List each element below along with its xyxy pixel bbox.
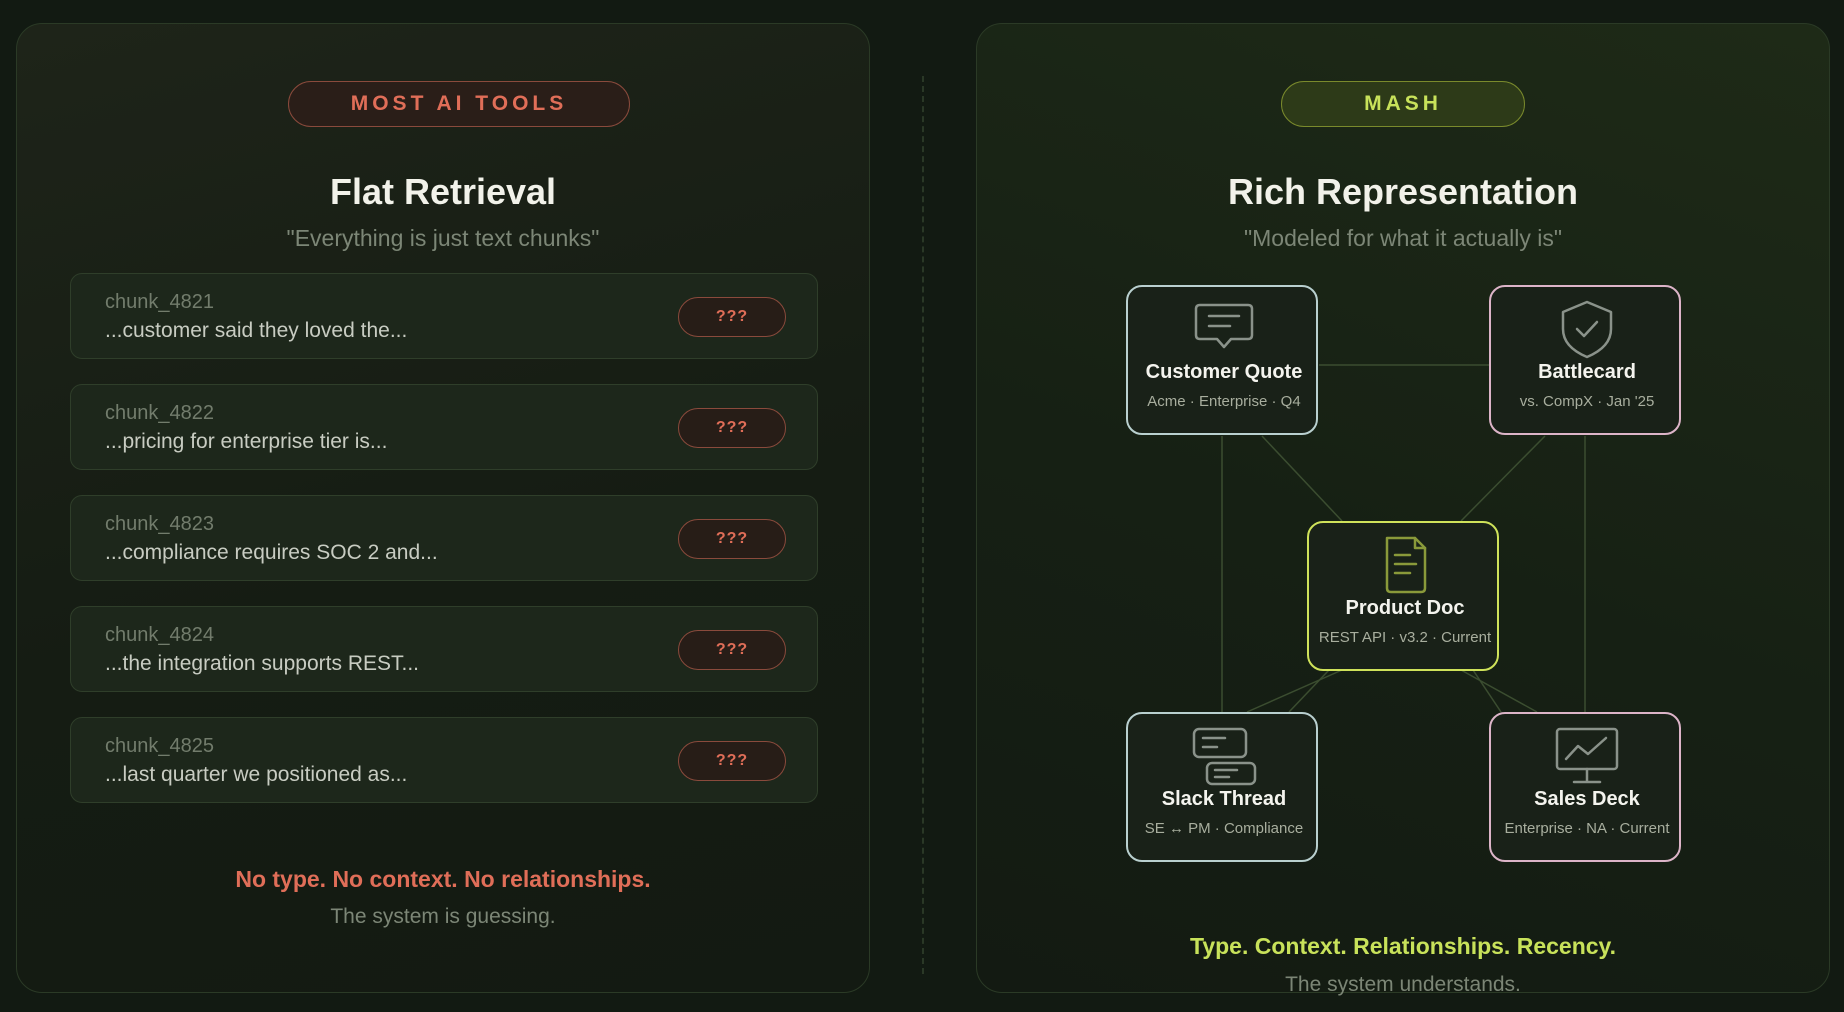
chunk-text: ...customer said they loved the... xyxy=(105,319,408,342)
unknown-type-badge: ??? xyxy=(678,519,786,559)
chat-thread-icon xyxy=(1192,727,1257,786)
chunk-id: chunk_4822 xyxy=(105,402,214,424)
connector-quote-doc xyxy=(1261,435,1343,522)
flat-retrieval-summary: No type. No context. No relationships. xyxy=(235,866,651,892)
chunk-card: chunk_4823 ...compliance requires SOC 2 … xyxy=(70,495,818,581)
chunk-id: chunk_4825 xyxy=(105,735,214,757)
chunk-text: ...pricing for enterprise tier is... xyxy=(105,430,388,453)
speech-bubble-icon xyxy=(1194,303,1254,349)
rich-representation-summary: Type. Context. Relationships. Recency. xyxy=(1189,933,1617,959)
chunk-card: chunk_4825 ...last quarter we positioned… xyxy=(70,717,818,803)
node-metadata: SE ↔ PM · Compliance xyxy=(1144,820,1304,837)
node-metadata: Enterprise · NA · Current xyxy=(1504,820,1670,837)
chunk-card: chunk_4822 ...pricing for enterprise tie… xyxy=(70,384,818,470)
node-title: Battlecard xyxy=(1538,361,1636,383)
unknown-type-badge: ??? xyxy=(678,408,786,448)
chunk-text: ...last quarter we positioned as... xyxy=(105,763,408,786)
chunk-text: ...the integration supports REST... xyxy=(105,652,419,675)
chunk-id: chunk_4823 xyxy=(105,513,214,535)
node-title: Product Doc xyxy=(1345,597,1465,619)
product-doc-node[interactable]: Product Doc REST API · v3.2 · Current xyxy=(1307,521,1499,671)
sales-deck-node[interactable]: Sales Deck Enterprise · NA · Current xyxy=(1489,712,1681,862)
connector-battlecard-doc xyxy=(1460,435,1546,522)
node-title: Slack Thread xyxy=(1161,788,1287,810)
flat-retrieval-caption: The system is guessing. xyxy=(330,905,556,928)
node-metadata: Acme · Enterprise · Q4 xyxy=(1147,393,1301,410)
node-title: Customer Quote xyxy=(1145,361,1303,383)
chunk-card: chunk_4821 ...customer said they loved t… xyxy=(70,273,818,359)
slack-thread-node[interactable]: Slack Thread SE ↔ PM · Compliance xyxy=(1126,712,1318,862)
flat-retrieval-panel: MOST AI TOOLS Flat Retrieval "Everything… xyxy=(16,23,870,993)
connector-doc-deck-2 xyxy=(1472,669,1502,713)
flat-retrieval-subtitle: "Everything is just text chunks" xyxy=(286,225,600,251)
chunk-text: ...compliance requires SOC 2 and... xyxy=(105,541,438,564)
rich-representation-caption: The system understands. xyxy=(1285,973,1521,996)
node-metadata: vs. CompX · Jan '25 xyxy=(1519,393,1655,410)
unknown-type-badge: ??? xyxy=(678,741,786,781)
document-icon xyxy=(1385,536,1427,594)
shield-check-icon xyxy=(1561,300,1613,359)
relationship-connectors xyxy=(1221,364,1586,713)
chunk-id: chunk_4821 xyxy=(105,291,214,313)
node-metadata: REST API · v3.2 · Current xyxy=(1318,629,1492,646)
customer-quote-node[interactable]: Customer Quote Acme · Enterprise · Q4 xyxy=(1126,285,1318,435)
flat-retrieval-title: Flat Retrieval xyxy=(329,171,557,212)
node-title: Sales Deck xyxy=(1534,788,1640,810)
unknown-type-badge: ??? xyxy=(678,630,786,670)
connector-doc-deck xyxy=(1460,669,1538,713)
chunk-id: chunk_4824 xyxy=(105,624,214,646)
most-ai-tools-badge: MOST AI TOOLS xyxy=(288,81,630,127)
panel-divider xyxy=(922,76,924,974)
presentation-chart-icon xyxy=(1555,727,1619,784)
rich-representation-panel: MASH Rich Representation "Modeled for wh… xyxy=(976,23,1830,996)
chunk-card: chunk_4824 ...the integration supports R… xyxy=(70,606,818,692)
battlecard-node[interactable]: Battlecard vs. CompX · Jan '25 xyxy=(1489,285,1681,435)
unknown-type-badge: ??? xyxy=(678,297,786,337)
